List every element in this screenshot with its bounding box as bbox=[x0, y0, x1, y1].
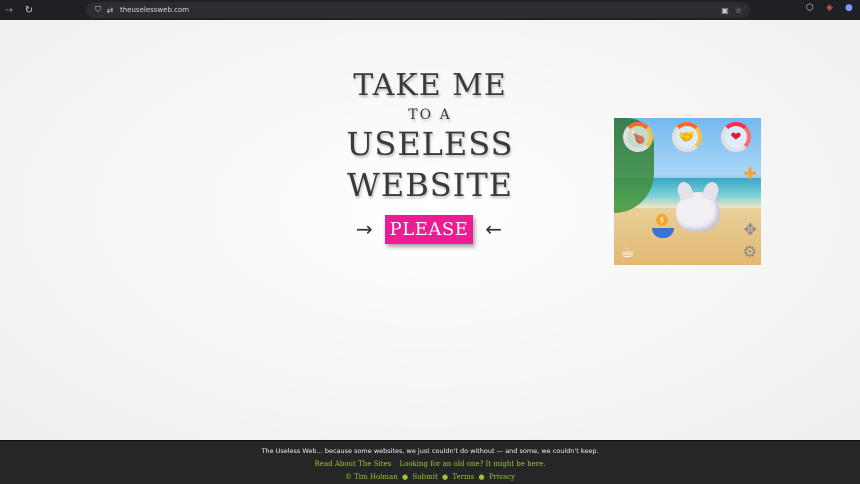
footer-tagline: The Useless Web... because some websites… bbox=[261, 447, 599, 455]
privacy-link[interactable]: Privacy bbox=[489, 473, 515, 481]
headline-take-me: TAKE ME bbox=[353, 68, 507, 103]
footer-links-row: Read About The Sites Looking for an old … bbox=[0, 460, 860, 468]
browser-toolbar: → ↻ ⛉ ⇄ theuselessweb.com ▣ ☆ ⬡ ◈ ● bbox=[0, 0, 860, 20]
address-bar[interactable]: ⛉ ⇄ theuselessweb.com ▣ ☆ bbox=[86, 2, 750, 18]
url-text[interactable]: theuselessweb.com bbox=[120, 6, 189, 14]
read-about-link[interactable]: Read About The Sites bbox=[315, 460, 392, 468]
separator-dot: ● bbox=[478, 473, 485, 481]
headline-to-a: TO A bbox=[408, 107, 452, 123]
headline-useless: USELESS bbox=[346, 125, 514, 163]
page-body: TAKE ME TO A USELESS WEBSITE → PLEASE ← … bbox=[0, 20, 860, 440]
separator-dot: ● bbox=[442, 473, 449, 481]
arrow-right-icon[interactable]: → bbox=[2, 5, 16, 16]
shield-icon[interactable]: ⛉ bbox=[92, 5, 104, 15]
old-one-link[interactable]: Looking for an old one? It might be here… bbox=[399, 460, 545, 468]
extension-icon[interactable]: ◈ bbox=[826, 3, 833, 13]
hunger-gauge-icon[interactable]: 🍗 bbox=[623, 122, 653, 152]
install-icon[interactable]: ▣ bbox=[721, 6, 729, 15]
star-icon[interactable]: ☆ bbox=[735, 6, 742, 15]
coffee-cup-icon[interactable]: ☕ bbox=[620, 242, 634, 261]
headline-website: WEBSITE bbox=[346, 166, 514, 204]
copyright-text: © Tim Holman bbox=[344, 473, 398, 481]
coin-icon[interactable]: $ bbox=[656, 214, 668, 226]
footer-legal-row: © Tim Holman ● Submit ● Terms ● Privacy bbox=[0, 473, 860, 481]
reload-icon[interactable]: ↻ bbox=[22, 5, 36, 16]
cta-row: → PLEASE ← bbox=[356, 212, 502, 246]
profile-icon[interactable]: ● bbox=[845, 3, 853, 13]
arrow-left-icon: ← bbox=[485, 217, 502, 241]
social-gauge-icon[interactable]: 🤝 bbox=[672, 122, 702, 152]
terms-link[interactable]: Terms bbox=[452, 473, 474, 481]
puzzle-icon[interactable]: ⬡ bbox=[806, 3, 814, 13]
pet-game-widget[interactable]: 🍗 🤝 ❤ ✚ ✥ ⚙ $ ☕ bbox=[614, 118, 761, 265]
food-bowl-icon[interactable] bbox=[652, 228, 674, 238]
health-gauge-icon[interactable]: ❤ bbox=[721, 122, 751, 152]
arrow-right-icon: → bbox=[356, 217, 373, 241]
separator-dot: ● bbox=[401, 473, 409, 481]
footer: The Useless Web... because some websites… bbox=[0, 440, 860, 484]
gear-icon[interactable]: ⚙ bbox=[743, 242, 757, 261]
pet-creature[interactable] bbox=[675, 180, 721, 232]
move-icon[interactable]: ✥ bbox=[744, 220, 757, 239]
tune-icon[interactable]: ⇄ bbox=[104, 6, 116, 15]
bandage-icon[interactable]: ✚ bbox=[744, 164, 757, 183]
submit-link[interactable]: Submit bbox=[412, 473, 437, 481]
please-button[interactable]: PLEASE bbox=[384, 214, 474, 244]
